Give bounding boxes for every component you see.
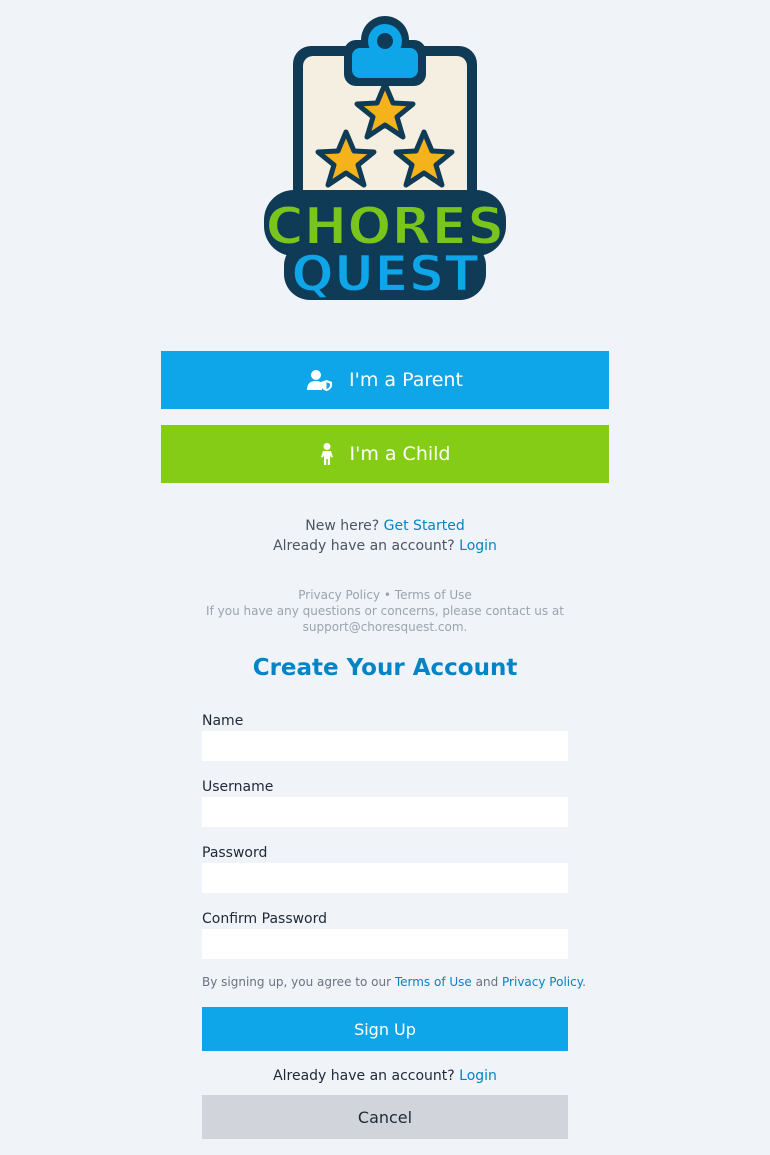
- page: CHORES QUEST I'm a Parent I'm a Child Ne…: [0, 0, 770, 1155]
- chores-quest-logo: CHORES QUEST: [264, 16, 506, 304]
- confirm-password-input[interactable]: [202, 929, 568, 959]
- legal-separator: •: [383, 588, 391, 602]
- privacy-policy-link[interactable]: Privacy Policy: [298, 588, 380, 602]
- cancel-button[interactable]: Cancel: [202, 1095, 568, 1139]
- legal-links: Privacy Policy • Terms of Use: [200, 587, 570, 603]
- parent-button-label: I'm a Parent: [349, 369, 463, 391]
- new-here-text: New here?: [305, 518, 380, 534]
- login-link[interactable]: Login: [459, 538, 497, 554]
- password-label: Password: [202, 845, 268, 861]
- have-account-text: Already have an account?: [273, 538, 455, 554]
- sign-up-button[interactable]: Sign Up: [202, 1007, 568, 1051]
- form-title: Create Your Account: [252, 655, 518, 681]
- agree-privacy-link[interactable]: Privacy Policy: [502, 975, 582, 989]
- name-label: Name: [202, 713, 244, 729]
- username-label: Username: [202, 779, 274, 795]
- terms-of-use-link[interactable]: Terms of Use: [395, 588, 472, 602]
- new-here-line: New here? Get Started: [0, 516, 770, 536]
- contact-text: If you have any questions or concerns, p…: [206, 604, 564, 634]
- agree-prefix: By signing up, you agree to our: [202, 975, 392, 989]
- name-input[interactable]: [202, 731, 568, 761]
- legal-footer: Privacy Policy • Terms of Use If you hav…: [200, 587, 570, 635]
- form-login-link[interactable]: Login: [459, 1068, 497, 1084]
- agree-and: and: [475, 975, 499, 989]
- parent-button[interactable]: I'm a Parent: [161, 351, 609, 409]
- auth-links: New here? Get Started Already have an ac…: [0, 516, 770, 556]
- child-button-label: I'm a Child: [349, 443, 451, 465]
- terms-agreement: By signing up, you agree to our Terms of…: [202, 975, 586, 989]
- user-shield-icon: [307, 369, 333, 391]
- form-login-line: Already have an account? Login: [0, 1068, 770, 1084]
- svg-text:QUEST: QUEST: [291, 245, 478, 303]
- child-icon: [320, 443, 334, 465]
- form-have-account-text: Already have an account?: [273, 1068, 455, 1084]
- username-input[interactable]: [202, 797, 568, 827]
- agree-suffix: .: [582, 975, 586, 989]
- get-started-link[interactable]: Get Started: [384, 518, 465, 534]
- child-button[interactable]: I'm a Child: [161, 425, 609, 483]
- agree-terms-link[interactable]: Terms of Use: [395, 975, 472, 989]
- password-input[interactable]: [202, 863, 568, 893]
- have-account-line: Already have an account? Login: [0, 536, 770, 556]
- confirm-password-label: Confirm Password: [202, 911, 328, 927]
